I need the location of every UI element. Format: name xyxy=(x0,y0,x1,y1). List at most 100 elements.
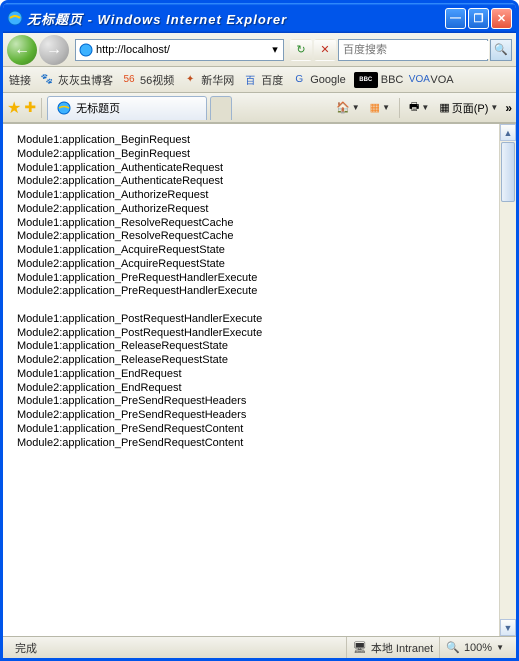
favorite-link[interactable]: 🐾灰灰虫博客 xyxy=(39,72,113,88)
dropdown-arrow-icon: ▼ xyxy=(490,103,498,112)
window-buttons: — ❐ ✕ xyxy=(445,8,512,29)
add-favorite-icon[interactable]: ✚ xyxy=(24,99,36,116)
address-input[interactable] xyxy=(96,41,267,59)
body-line xyxy=(17,299,502,313)
favorite-icon: G xyxy=(291,72,307,88)
favorite-link[interactable]: ✦新华网 xyxy=(182,72,234,88)
favorite-link[interactable]: 百百度 xyxy=(242,72,283,88)
zoom-icon: 🔍 xyxy=(446,641,460,654)
window: 无标题页 - Windows Internet Explorer — ❐ ✕ ←… xyxy=(0,0,519,661)
favorite-icon: VOA xyxy=(411,72,427,88)
stop-button[interactable]: ✕ xyxy=(314,39,336,61)
page-icon: ▦ xyxy=(439,101,449,114)
links-toolbar: 链接 🐾灰灰虫博客 5656视频 ✦新华网百百度 GGoogle BBCBBC VOAVO… xyxy=(3,67,516,93)
body-line: Module1:application_EndRequest xyxy=(17,368,502,382)
favorite-label: 灰灰虫博客 xyxy=(58,72,113,88)
forward-button[interactable]: → xyxy=(39,35,69,65)
window-title: 无标题页 - Windows Internet Explorer xyxy=(27,9,445,28)
separator xyxy=(41,98,42,118)
page-icon xyxy=(78,42,94,58)
body-line: Module2:application_PostRequestHandlerEx… xyxy=(17,327,502,341)
favorite-icon: 🐾 xyxy=(39,72,55,88)
favorites-star-icon[interactable]: ★ xyxy=(7,98,21,118)
favorite-icon: 百 xyxy=(242,72,258,88)
favorite-label: BBC xyxy=(381,74,404,86)
scroll-up-button[interactable]: ▲ xyxy=(500,124,516,141)
scroll-down-button[interactable]: ▼ xyxy=(500,619,516,636)
body-line: Module1:application_BeginRequest xyxy=(17,134,502,148)
favorite-link[interactable]: VOAVOA xyxy=(411,72,453,88)
zone-section[interactable]: 🖥 本地 Intranet xyxy=(346,637,439,658)
refresh-button[interactable]: ↻ xyxy=(290,39,312,61)
favorite-label: 百度 xyxy=(261,72,283,88)
feeds-button[interactable]: ▦▼ xyxy=(367,97,393,119)
zone-icon: 🖥 xyxy=(353,641,367,654)
new-tab-button[interactable] xyxy=(210,96,232,120)
search-button[interactable]: 🔍 xyxy=(490,39,512,61)
tab-active[interactable]: 无标题页 xyxy=(47,96,207,120)
close-button[interactable]: ✕ xyxy=(491,8,512,29)
body-line: Module2:application_PreSendRequestHeader… xyxy=(17,409,502,423)
zoom-section[interactable]: 🔍 100% ▼ xyxy=(439,637,510,658)
page-menu-button[interactable]: ▦页面(P)▼ xyxy=(436,97,501,119)
overflow-chevron-icon[interactable]: » xyxy=(505,101,512,115)
body-line: Module1:application_AuthorizeRequest xyxy=(17,189,502,203)
favorite-icon: BBC xyxy=(354,72,378,88)
favorite-label: 新华网 xyxy=(201,72,234,88)
favorite-link[interactable]: GGoogle xyxy=(291,72,345,88)
body-line: Module2:application_PreSendRequestConten… xyxy=(17,437,502,451)
scrollbar[interactable]: ▲ ▼ xyxy=(499,124,516,636)
search-box[interactable] xyxy=(338,39,488,61)
dropdown-arrow-icon: ▼ xyxy=(496,643,504,652)
body-line: Module1:application_ReleaseRequestState xyxy=(17,340,502,354)
body-line: Module2:application_AuthorizeRequest xyxy=(17,203,502,217)
favorite-icon: 56 xyxy=(121,72,137,88)
body-line: Module1:application_ResolveRequestCache xyxy=(17,217,502,231)
minimize-button[interactable]: — xyxy=(445,8,466,29)
content-area: Module1:application_BeginRequestModule2:… xyxy=(3,123,516,636)
nav-toolbar: ← → ▾ ↻ ✕ 🔍 xyxy=(3,33,516,67)
tab-toolbar: ★ ✚ 无标题页 🏠▼ ▦▼ 🖶▼ ▦页面(P)▼ » xyxy=(3,93,516,123)
scroll-thumb[interactable] xyxy=(501,142,515,202)
back-button[interactable]: ← xyxy=(7,35,37,65)
tab-label: 无标题页 xyxy=(76,100,120,116)
print-button[interactable]: 🖶▼ xyxy=(406,97,432,119)
dropdown-arrow-icon: ▼ xyxy=(421,103,429,112)
favorite-icon: ✦ xyxy=(182,72,198,88)
home-button[interactable]: 🏠▼ xyxy=(333,97,363,119)
body-line: Module1:application_AcquireRequestState xyxy=(17,244,502,258)
body-line: Module2:application_ResolveRequestCache xyxy=(17,230,502,244)
body-line: Module2:application_PreRequestHandlerExe… xyxy=(17,285,502,299)
separator xyxy=(399,98,400,118)
zoom-label: 100% xyxy=(464,642,492,654)
zone-label: 本地 Intranet xyxy=(371,640,433,656)
favorite-label: VOA xyxy=(430,74,453,86)
titlebar[interactable]: 无标题页 - Windows Internet Explorer — ❐ ✕ xyxy=(3,3,516,33)
address-bar[interactable]: ▾ xyxy=(75,39,284,61)
search-input[interactable] xyxy=(339,41,489,59)
links-label: 链接 xyxy=(9,72,31,88)
dropdown-arrow-icon: ▼ xyxy=(352,103,360,112)
favorite-label: 56视频 xyxy=(140,72,174,88)
body-line: Module2:application_AcquireRequestState xyxy=(17,258,502,272)
body-line: Module1:application_AuthenticateRequest xyxy=(17,162,502,176)
body-line: Module2:application_EndRequest xyxy=(17,382,502,396)
body-line: Module1:application_PreSendRequestHeader… xyxy=(17,395,502,409)
favorite-link[interactable]: 5656视频 xyxy=(121,72,174,88)
body-line: Module2:application_AuthenticateRequest xyxy=(17,175,502,189)
body-line: Module2:application_BeginRequest xyxy=(17,148,502,162)
body-line: Module1:application_PreRequestHandlerExe… xyxy=(17,272,502,286)
status-bar: 完成 🖥 本地 Intranet 🔍 100% ▼ xyxy=(3,636,516,658)
favorite-label: Google xyxy=(310,74,345,86)
favorites-list: 🐾灰灰虫博客 5656视频 ✦新华网百百度 GGoogle BBCBBC VOAVOA xyxy=(39,72,454,88)
status-text: 完成 xyxy=(9,637,43,658)
dropdown-arrow-icon: ▼ xyxy=(382,103,390,112)
right-toolbar: 🏠▼ ▦▼ 🖶▼ ▦页面(P)▼ » xyxy=(333,97,512,119)
ie-icon xyxy=(7,10,23,26)
maximize-button[interactable]: ❐ xyxy=(468,8,489,29)
address-dropdown[interactable]: ▾ xyxy=(267,43,283,56)
body-line: Module1:application_PostRequestHandlerEx… xyxy=(17,313,502,327)
ie-icon xyxy=(56,100,72,116)
body-line: Module2:application_ReleaseRequestState xyxy=(17,354,502,368)
favorite-link[interactable]: BBCBBC xyxy=(354,72,404,88)
